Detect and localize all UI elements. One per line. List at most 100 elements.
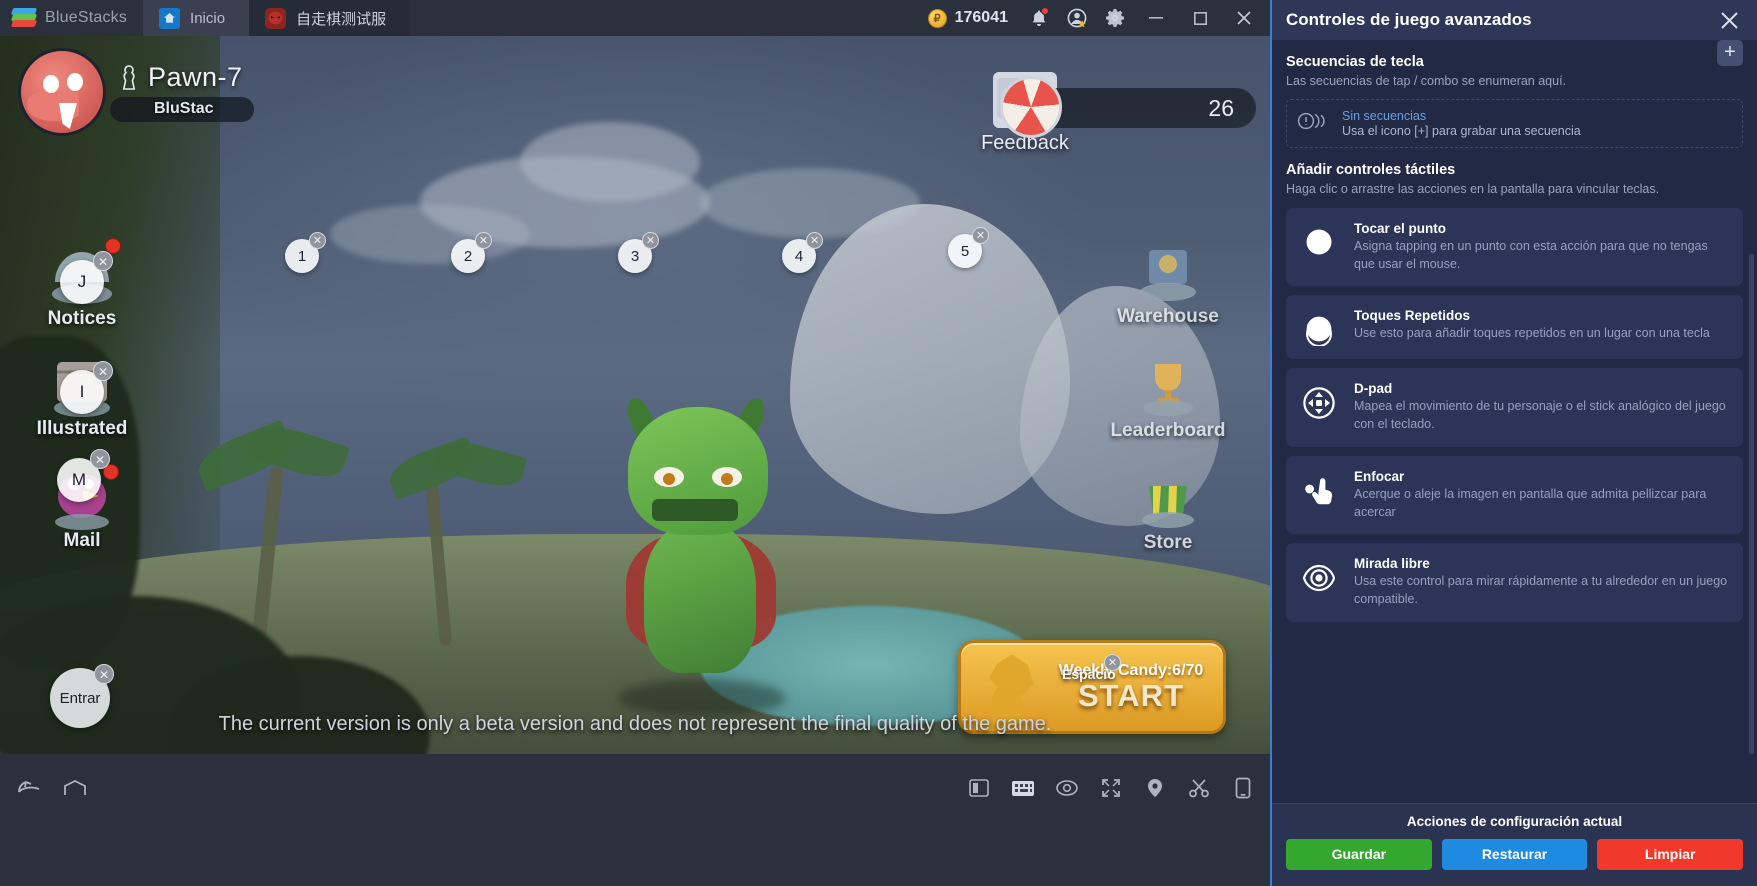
cloud-decor — [520, 122, 700, 202]
close-button[interactable] — [1224, 0, 1264, 36]
empty-sequences-title: Sin secuencias — [1342, 108, 1427, 123]
mouth-decor — [652, 499, 738, 521]
palm-decor — [246, 418, 350, 486]
control-cards-list: Tocar el punto Asigna tapping en un punt… — [1286, 207, 1743, 622]
fullscreen-icon[interactable] — [1090, 768, 1132, 808]
gem-icon — [1000, 76, 1062, 138]
tap-point-3-remove[interactable]: ✕ — [642, 232, 659, 249]
game-icon — [265, 7, 287, 29]
control-card-free-look[interactable]: Mirada libre Usa este control para mirar… — [1286, 543, 1743, 622]
tap-point-2-label: 2 — [463, 247, 473, 265]
tab-inicio[interactable]: Inicio — [143, 0, 250, 36]
side-item-leaderboard[interactable]: Leaderboard — [1108, 348, 1228, 442]
side-item-warehouse[interactable]: Warehouse — [1108, 234, 1228, 328]
tap-point-2-remove[interactable]: ✕ — [475, 232, 492, 249]
pawn-icon — [122, 64, 136, 90]
player-card[interactable]: Pawn-7 BluStac — [18, 48, 254, 136]
keyboard-icon[interactable] — [1002, 768, 1044, 808]
tap-point-5[interactable]: 5 ✕ — [948, 227, 989, 268]
tap-point-5-remove[interactable]: ✕ — [972, 227, 989, 244]
tap-point-3[interactable]: 3 ✕ — [618, 232, 659, 273]
bottom-toolbar — [0, 754, 1270, 886]
side-item-store-label: Store — [1143, 532, 1193, 553]
tap-point-4[interactable]: 4 ✕ — [782, 232, 823, 273]
bell-icon[interactable] — [1022, 1, 1056, 35]
keybind-notices-remove[interactable]: ✕ — [93, 251, 113, 271]
side-item-warehouse-label: Warehouse — [1117, 306, 1219, 327]
leaderboard-icon — [1123, 348, 1213, 426]
clear-button[interactable]: Limpiar — [1597, 839, 1744, 870]
empty-sequences-box: Sin secuencias Usa el icono [+] para gra… — [1286, 98, 1743, 148]
keybind-entrar-remove[interactable]: ✕ — [94, 664, 114, 684]
account-star-icon[interactable] — [1060, 1, 1094, 35]
body-decor — [644, 523, 756, 673]
control-card-dpad[interactable]: D-pad Mapea el movimiento de tu personaj… — [1286, 368, 1743, 447]
back-icon[interactable] — [8, 768, 50, 808]
restore-button[interactable]: Restaurar — [1441, 839, 1588, 870]
touch-controls-title: Añadir controles táctiles — [1286, 161, 1456, 178]
control-card-tap-point[interactable]: Tocar el punto Asigna tapping en un punt… — [1286, 207, 1743, 287]
multi-instance-icon[interactable] — [958, 768, 1000, 808]
panel-scrollbar[interactable] — [1749, 254, 1754, 754]
titlebar-actions: ₽ 176041 — [927, 0, 1270, 36]
control-card-repeated-tap[interactable]: Toques Repetidos Use esto para añadir to… — [1286, 295, 1743, 360]
tap-point-4-remove[interactable]: ✕ — [806, 232, 823, 249]
tab-game[interactable]: 自走棋测试服 — [249, 0, 411, 36]
side-item-store[interactable]: Store — [1108, 460, 1228, 554]
avatar[interactable] — [18, 48, 106, 136]
control-card-repeated-tap-title: Toques Repetidos — [1354, 308, 1471, 324]
sequence-icon — [1297, 112, 1331, 135]
eye-decor — [712, 467, 742, 487]
maximize-button[interactable] — [1180, 0, 1220, 36]
footer-title: Acciones de configuración actual — [1406, 814, 1623, 829]
minimize-button[interactable] — [1136, 0, 1176, 36]
scissors-icon[interactable] — [1178, 768, 1220, 808]
coin-value: 176041 — [954, 9, 1008, 26]
control-card-tap-point-desc: Asigna tapping en un punto con esta acci… — [1354, 238, 1708, 271]
emulator-area: BlueStacks Inicio 自走棋测试服 ₽ 176041 Pawn-7… — [0, 0, 1270, 886]
store-icon — [1123, 460, 1213, 538]
avatar-eye — [67, 73, 83, 91]
panel-title: Controles de juego avanzados — [1286, 10, 1532, 29]
key-sequences-section: Secuencias de tecla Las secuencias de ta… — [1286, 40, 1743, 90]
gear-icon[interactable] — [1098, 1, 1132, 35]
coin-counter[interactable]: ₽ 176041 — [927, 8, 1008, 28]
tap-point-1-remove[interactable]: ✕ — [309, 232, 326, 249]
control-card-pinch-zoom-desc: Acerque o aleje la imagen en pantalla qu… — [1354, 486, 1707, 519]
keybind-entrar[interactable]: Entrar ✕ — [50, 664, 114, 728]
control-card-repeated-tap-desc: Use esto para añadir toques repetidos en… — [1354, 326, 1710, 341]
control-card-pinch-zoom[interactable]: Enfocar Acerque o aleje la imagen en pan… — [1286, 455, 1743, 535]
keybind-mail[interactable]: M ✕ — [57, 449, 110, 502]
keybind-espacio-remove[interactable]: ✕ — [1104, 654, 1121, 671]
player-info: Pawn-7 BluStac — [92, 62, 254, 122]
empty-sequences-desc: Usa el icono [+] para grabar una secuenc… — [1342, 123, 1581, 138]
rotate-device-icon[interactable] — [1222, 768, 1264, 808]
notification-badge — [1041, 7, 1049, 15]
tab-game-label: 自走棋测试服 — [296, 10, 387, 28]
bluestacks-window: BlueStacks Inicio 自走棋测试服 ₽ 176041 Pawn-7… — [0, 0, 1757, 886]
player-name: Pawn-7 — [148, 62, 243, 92]
keybind-illustrated[interactable]: I ✕ — [60, 361, 113, 414]
gem-counter[interactable]: 26 — [1000, 76, 1256, 138]
panel-body: Secuencias de tecla Las secuencias de ta… — [1272, 40, 1757, 803]
tap-point-1[interactable]: 1 ✕ — [285, 232, 326, 273]
avatar-eye — [43, 75, 59, 93]
eye-icon[interactable] — [1046, 768, 1088, 808]
dpad-icon — [1298, 381, 1340, 419]
keybind-entrar-label: Entrar — [59, 689, 101, 707]
keybind-notices[interactable]: J ✕ — [60, 251, 113, 304]
pinch-zoom-icon — [1298, 469, 1340, 505]
keybind-mail-remove[interactable]: ✕ — [90, 449, 110, 469]
close-icon[interactable] — [1715, 6, 1743, 34]
add-sequence-button[interactable]: + — [1717, 40, 1743, 66]
home-icon[interactable] — [54, 768, 96, 808]
location-icon[interactable] — [1134, 768, 1176, 808]
tap-point-2[interactable]: 2 ✕ — [451, 232, 492, 273]
keybind-notices-key: J — [77, 272, 87, 291]
touch-controls-section: Añadir controles táctiles Haga clic o ar… — [1286, 162, 1743, 198]
game-viewport[interactable]: Pawn-7 BluStac Feedback 26 Notices Illus… — [0, 36, 1270, 754]
touch-controls-subtitle: Haga clic o arrastre las acciones en la … — [1286, 181, 1660, 196]
keybind-illustrated-remove[interactable]: ✕ — [93, 361, 113, 381]
save-button[interactable]: Guardar — [1286, 839, 1432, 870]
repeated-tap-icon — [1298, 308, 1340, 347]
